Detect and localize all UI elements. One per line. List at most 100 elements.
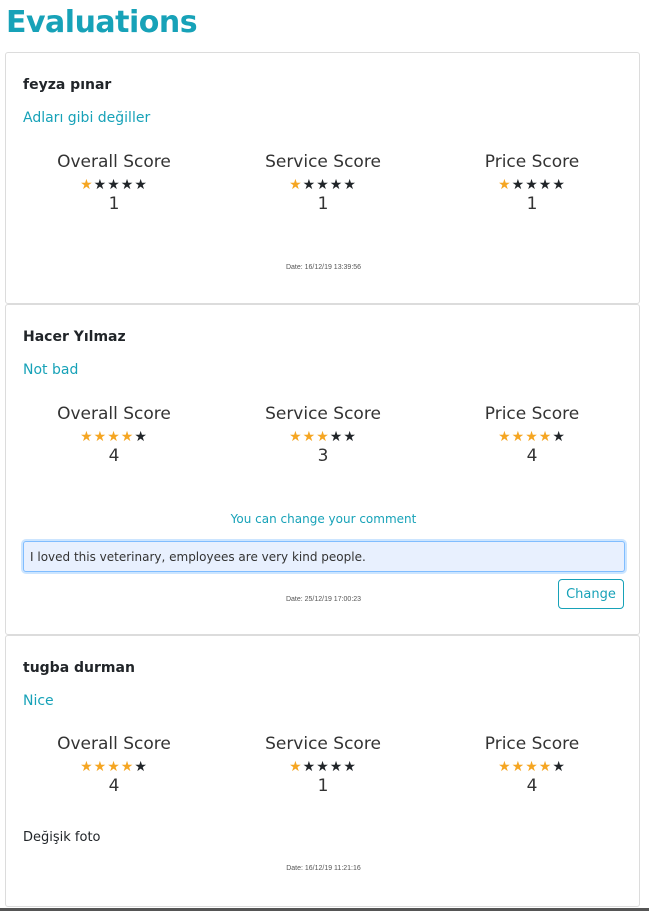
price-score-value: 4	[526, 446, 538, 466]
star-filled-icon: ★	[525, 429, 539, 445]
star-empty-icon: ★	[134, 177, 148, 193]
overall-stars: ★★★★★	[24, 429, 204, 444]
star-filled-icon: ★	[93, 429, 108, 445]
author-name: feyza pınar	[23, 77, 112, 93]
star-empty-icon: ★	[134, 429, 148, 445]
star-empty-icon: ★	[329, 429, 344, 445]
evaluation-date: Date: 25/12/19 17:00:23	[285, 596, 362, 603]
comment-text: Nice	[23, 693, 54, 709]
price-stars: ★★★★★	[442, 759, 622, 774]
price-score-label: Price Score	[484, 404, 580, 424]
star-filled-icon: ★	[107, 759, 121, 775]
change-comment-hint: You can change your comment	[230, 512, 417, 526]
star-filled-icon: ★	[511, 429, 526, 445]
star-empty-icon: ★	[538, 177, 553, 193]
star-filled-icon: ★	[511, 759, 526, 775]
star-filled-icon: ★	[80, 759, 94, 775]
overall-score-value: 1	[108, 194, 120, 214]
service-score-value: 1	[317, 776, 329, 796]
comment-edit-input[interactable]	[23, 541, 625, 572]
star-empty-icon: ★	[552, 177, 566, 193]
star-filled-icon: ★	[80, 429, 94, 445]
price-stars: ★★★★★	[442, 177, 622, 192]
author-name: Hacer Yılmaz	[23, 329, 126, 345]
overall-score: Overall Score ★★★★★ 4	[24, 404, 204, 466]
star-empty-icon: ★	[552, 759, 566, 775]
star-empty-icon: ★	[343, 759, 357, 775]
star-filled-icon: ★	[316, 429, 330, 445]
evaluation-date: Date: 16/12/19 11:21:16	[286, 865, 361, 872]
star-empty-icon: ★	[302, 177, 317, 193]
price-score-value: 1	[526, 194, 538, 214]
service-score-value: 3	[317, 446, 329, 466]
star-empty-icon: ★	[120, 177, 135, 193]
star-filled-icon: ★	[120, 759, 135, 775]
service-score: Service Score ★★★★★ 3	[233, 404, 413, 466]
star-empty-icon: ★	[329, 759, 344, 775]
price-score-label: Price Score	[484, 734, 580, 754]
star-filled-icon: ★	[289, 177, 303, 193]
change-button[interactable]: Change	[558, 579, 624, 609]
star-filled-icon: ★	[498, 429, 512, 445]
overall-score-label: Overall Score	[57, 404, 171, 424]
star-empty-icon: ★	[134, 759, 148, 775]
star-filled-icon: ★	[107, 429, 121, 445]
star-empty-icon: ★	[329, 177, 344, 193]
service-score-value: 1	[317, 194, 329, 214]
star-filled-icon: ★	[289, 429, 303, 445]
evaluation-card: Hacer Yılmaz Not bad Overall Score ★★★★★…	[5, 304, 640, 635]
star-empty-icon: ★	[552, 429, 566, 445]
overall-score: Overall Score ★★★★★ 4	[24, 734, 204, 796]
page-title: Evaluations	[6, 5, 198, 40]
service-score: Service Score ★★★★★ 1	[233, 152, 413, 214]
price-score-value: 4	[526, 776, 538, 796]
star-empty-icon: ★	[343, 429, 357, 445]
overall-score-label: Overall Score	[57, 152, 171, 172]
evaluation-card: feyza pınar Adları gibi değiller Overall…	[5, 52, 640, 304]
service-stars: ★★★★★	[233, 429, 413, 444]
star-filled-icon: ★	[498, 177, 512, 193]
evaluation-card: tugba durman Nice Overall Score ★★★★★ 4 …	[5, 635, 640, 907]
service-stars: ★★★★★	[233, 177, 413, 192]
price-score: Price Score ★★★★★ 4	[442, 404, 622, 466]
star-empty-icon: ★	[511, 177, 526, 193]
overall-score-label: Overall Score	[57, 734, 171, 754]
service-stars: ★★★★★	[233, 759, 413, 774]
bottom-divider	[0, 908, 649, 911]
service-score-label: Service Score	[265, 152, 381, 172]
evaluations-page: Evaluations feyza pınar Adları gibi deği…	[0, 0, 649, 913]
star-empty-icon: ★	[316, 177, 330, 193]
price-score-label: Price Score	[484, 152, 580, 172]
service-score-label: Service Score	[265, 404, 381, 424]
author-name: tugba durman	[23, 660, 135, 676]
star-filled-icon: ★	[538, 759, 553, 775]
comment-text: Not bad	[23, 362, 79, 378]
star-filled-icon: ★	[93, 759, 108, 775]
overall-score-value: 4	[108, 446, 120, 466]
star-filled-icon: ★	[289, 759, 303, 775]
star-empty-icon: ★	[343, 177, 357, 193]
star-filled-icon: ★	[80, 177, 94, 193]
comment-text: Adları gibi değiller	[23, 110, 151, 126]
star-empty-icon: ★	[302, 759, 317, 775]
overall-stars: ★★★★★	[24, 177, 204, 192]
star-filled-icon: ★	[498, 759, 512, 775]
overall-score: Overall Score ★★★★★ 1	[24, 152, 204, 214]
photo-note: Değişik foto	[23, 830, 101, 845]
overall-score-value: 4	[108, 776, 120, 796]
star-filled-icon: ★	[525, 759, 539, 775]
star-empty-icon: ★	[107, 177, 121, 193]
star-filled-icon: ★	[538, 429, 553, 445]
star-empty-icon: ★	[525, 177, 539, 193]
price-stars: ★★★★★	[442, 429, 622, 444]
star-filled-icon: ★	[302, 429, 317, 445]
overall-stars: ★★★★★	[24, 759, 204, 774]
service-score: Service Score ★★★★★ 1	[233, 734, 413, 796]
price-score: Price Score ★★★★★ 1	[442, 152, 622, 214]
price-score: Price Score ★★★★★ 4	[442, 734, 622, 796]
star-empty-icon: ★	[93, 177, 108, 193]
evaluation-date: Date: 16/12/19 13:39:56	[285, 264, 362, 271]
star-filled-icon: ★	[120, 429, 135, 445]
star-empty-icon: ★	[316, 759, 330, 775]
service-score-label: Service Score	[265, 734, 381, 754]
